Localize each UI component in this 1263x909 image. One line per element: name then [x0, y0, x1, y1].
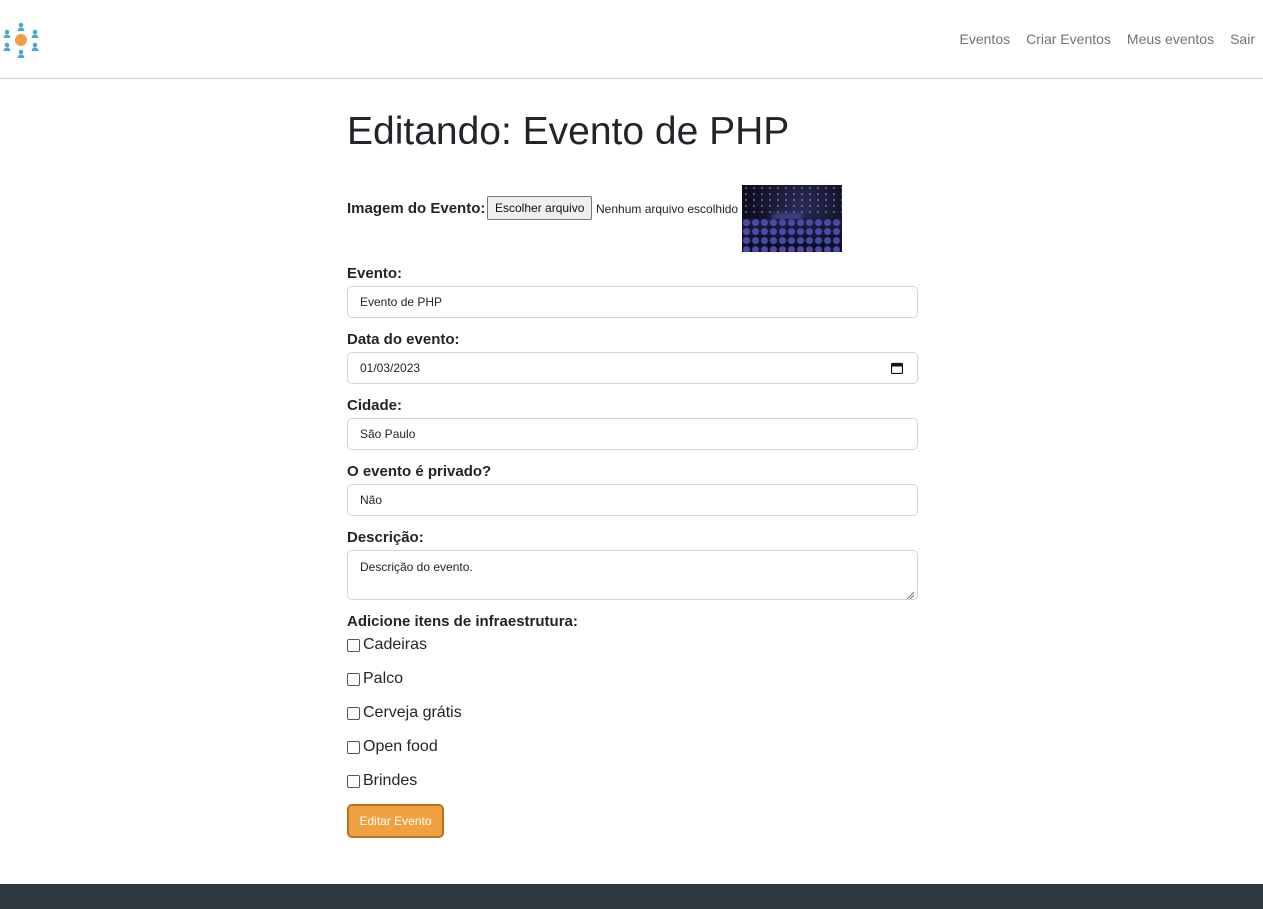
description-textarea[interactable]: Descrição do evento.	[347, 550, 918, 600]
event-date-value: 01/03/2023	[360, 361, 421, 375]
edit-event-form: Editando: Evento de PHP Imagem do Evento…	[347, 108, 918, 838]
infra-title: Adicione itens de infraestrutura:	[347, 613, 578, 630]
page-title: Editando: Evento de PHP	[347, 110, 790, 153]
infra-item-label: Cerveja grátis	[363, 704, 462, 721]
private-label: O evento é privado?	[347, 463, 492, 480]
description-label: Descrição:	[347, 529, 424, 546]
event-date-input[interactable]: 01/03/2023	[347, 352, 918, 384]
event-name-value: Evento de PHP	[360, 295, 443, 309]
nav-link-eventos[interactable]: Eventos	[960, 31, 1011, 47]
calendar-icon[interactable]	[890, 362, 904, 375]
image-upload-row: Imagem do Evento: Escolher arquivo Nenhu…	[347, 185, 918, 252]
infra-item-open-food[interactable]: Open food	[347, 738, 438, 756]
navbar: Eventos Criar Eventos Meus eventos Sair	[0, 0, 1263, 79]
infra-item-brindes[interactable]: Brindes	[347, 772, 417, 790]
infra-item-cerveja[interactable]: Cerveja grátis	[347, 704, 462, 722]
infra-item-palco[interactable]: Palco	[347, 670, 403, 688]
choose-file-button[interactable]: Escolher arquivo	[487, 196, 593, 220]
image-label: Imagem do Evento:	[347, 200, 486, 217]
description-value: Descrição do evento.	[360, 560, 473, 574]
infra-item-label: Cadeiras	[363, 636, 428, 653]
checkbox[interactable]	[347, 638, 360, 652]
checkbox[interactable]	[347, 706, 360, 720]
checkbox[interactable]	[347, 672, 360, 686]
nav-link-criar-eventos[interactable]: Criar Eventos	[1026, 31, 1111, 47]
infra-item-cadeiras[interactable]: Cadeiras	[347, 636, 427, 654]
nav-link-meus-eventos[interactable]: Meus eventos	[1127, 31, 1214, 47]
city-input[interactable]: São Paulo	[347, 418, 918, 450]
logo-icon[interactable]	[2, 21, 40, 59]
nav-links: Eventos Criar Eventos Meus eventos Sair	[960, 31, 1255, 47]
event-image-thumbnail	[742, 185, 842, 252]
event-name-input[interactable]: Evento de PHP	[347, 286, 918, 318]
event-date-label: Data do evento:	[347, 331, 460, 348]
infra-item-label: Open food	[363, 738, 438, 755]
event-name-label: Evento:	[347, 265, 403, 282]
nav-link-sair[interactable]: Sair	[1230, 31, 1255, 47]
private-value: Não	[360, 493, 383, 507]
checkbox[interactable]	[347, 740, 360, 754]
city-value: São Paulo	[360, 427, 416, 441]
city-label: Cidade:	[347, 397, 403, 414]
infra-item-label: Brindes	[363, 772, 418, 789]
checkbox[interactable]	[347, 774, 360, 788]
infra-item-label: Palco	[363, 670, 404, 687]
footer	[0, 884, 1263, 909]
private-select[interactable]: Não	[347, 484, 918, 516]
resize-grip-icon[interactable]	[906, 588, 915, 600]
file-status-text: Nenhum arquivo escolhido	[596, 202, 739, 216]
edit-event-button[interactable]: Editar Evento	[347, 804, 444, 838]
